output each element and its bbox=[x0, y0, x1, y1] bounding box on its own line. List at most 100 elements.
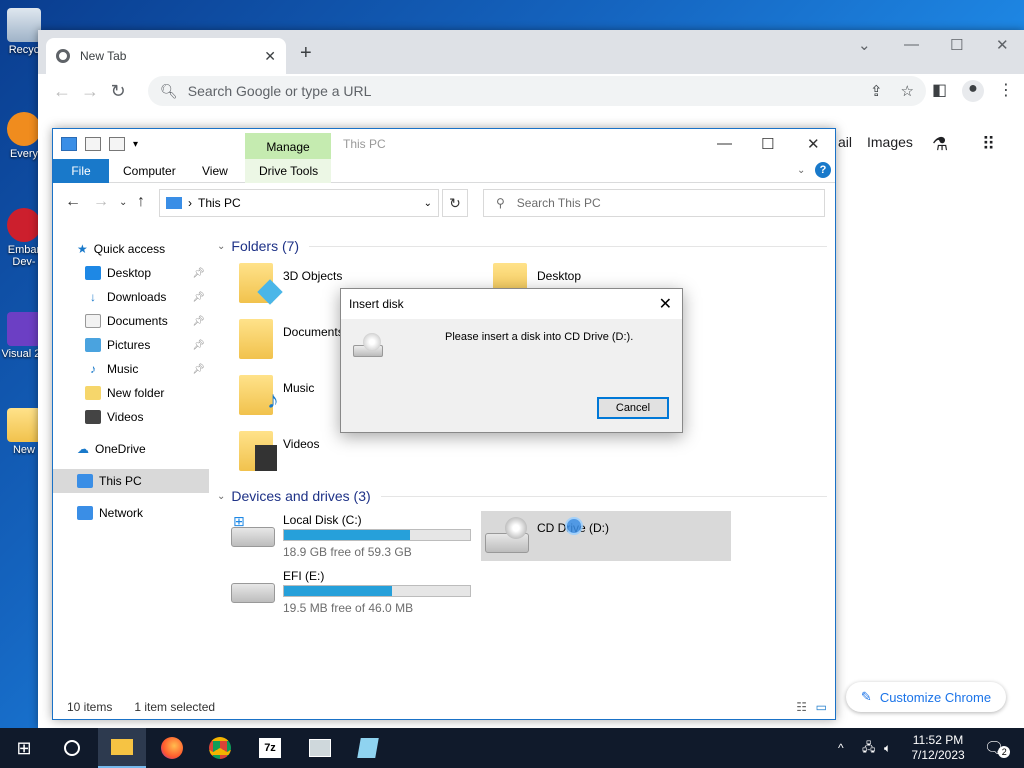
window-app-icon bbox=[309, 739, 331, 757]
ribbon-expand-icon[interactable]: ⌄ bbox=[797, 159, 805, 183]
music-icon: ♪ bbox=[90, 362, 96, 376]
tab-close-icon[interactable]: ✕ bbox=[264, 48, 276, 65]
drive-free-space: 19.5 MB free of 46.0 MB bbox=[283, 601, 414, 615]
drive-usage-fill bbox=[284, 530, 411, 540]
bookmark-star-icon[interactable]: ☆ bbox=[901, 82, 914, 100]
up-icon[interactable]: ↑ bbox=[137, 193, 145, 211]
close-icon[interactable]: ✕ bbox=[996, 36, 1009, 54]
address-dropdown-icon[interactable]: ⌄ bbox=[424, 198, 432, 209]
large-icons-view-icon[interactable]: ▭ bbox=[816, 700, 827, 714]
network-icon: 🖧︎ bbox=[862, 739, 876, 754]
folder-videos[interactable]: Videos bbox=[235, 431, 475, 481]
share-icon[interactable]: ⇪ bbox=[870, 82, 883, 100]
network-status-icon[interactable]: 🖧︎ bbox=[862, 728, 875, 768]
network-icon bbox=[77, 506, 93, 520]
cursor-busy-icon bbox=[565, 517, 583, 535]
maximize-icon[interactable]: ☐ bbox=[761, 135, 774, 153]
sidebar-item-label: Documents bbox=[107, 314, 168, 328]
taskbar-chrome[interactable] bbox=[196, 728, 244, 768]
tab-drive-tools[interactable]: Drive Tools bbox=[259, 159, 318, 183]
forward-icon[interactable]: → bbox=[76, 81, 104, 102]
tab-computer[interactable]: Computer bbox=[123, 159, 176, 183]
sidebar-item-documents[interactable]: Documents 📌︎ bbox=[53, 309, 209, 333]
start-button[interactable]: ⊞ bbox=[0, 728, 48, 768]
this-pc-icon bbox=[166, 197, 182, 209]
customize-chrome-button[interactable]: ✎ Customize Chrome bbox=[846, 682, 1006, 712]
qat-dropdown-icon[interactable]: ▾ bbox=[133, 139, 138, 150]
sidebar-item-this-pc[interactable]: This PC bbox=[53, 469, 209, 493]
tab-search-icon[interactable]: ⌄ bbox=[858, 36, 871, 54]
tab-manage[interactable]: Manage bbox=[245, 133, 331, 159]
refresh-button[interactable]: ↻ bbox=[442, 189, 468, 217]
action-center-button[interactable]: 🗨︎ 2 bbox=[984, 728, 1011, 768]
taskbar-notepad[interactable] bbox=[344, 728, 392, 768]
reload-icon[interactable]: ↻ bbox=[104, 81, 132, 102]
drive-cd-drive-d[interactable]: CD Drive (D:) bbox=[481, 511, 731, 561]
help-icon[interactable]: ? bbox=[815, 162, 831, 178]
tab-view[interactable]: View bbox=[202, 159, 228, 183]
taskbar-firefox[interactable] bbox=[148, 728, 196, 768]
taskbar-file-explorer[interactable] bbox=[98, 728, 146, 768]
gmail-link[interactable]: ail bbox=[838, 134, 852, 150]
taskbar-7zip[interactable]: 7z bbox=[246, 728, 294, 768]
sidebar-item-network[interactable]: Network bbox=[53, 501, 209, 525]
new-folder-icon[interactable] bbox=[109, 137, 125, 151]
show-hidden-icons[interactable]: ^ bbox=[838, 728, 844, 768]
apps-grid-icon[interactable]: ⠿ bbox=[982, 134, 995, 155]
cancel-button[interactable]: Cancel bbox=[597, 397, 669, 419]
profile-avatar[interactable]: ● bbox=[962, 80, 984, 102]
taskbar-app-window[interactable] bbox=[296, 728, 344, 768]
sidebar-item-downloads[interactable]: ↓ Downloads 📌︎ bbox=[53, 285, 209, 309]
volume-muted-icon[interactable]: 🔈︎ bbox=[884, 728, 891, 768]
address-bar[interactable]: › This PC ⌄ bbox=[159, 189, 439, 217]
omnibox[interactable]: 🔍︎ Search Google or type a URL ⇪ ☆ bbox=[148, 76, 926, 106]
drive-usage-fill bbox=[284, 586, 392, 596]
cd-drive-icon bbox=[353, 333, 383, 361]
sidebar-item-quick-access[interactable]: ★ Quick access bbox=[53, 237, 209, 261]
sidebar-item-new-folder[interactable]: New folder bbox=[53, 381, 209, 405]
minimize-icon[interactable]: — bbox=[717, 135, 732, 152]
taskbar: ⊞ 7z ^ 🖧︎ 🔈︎ 11:52 PM 7/12/2023 🗨︎ 2 bbox=[0, 728, 1024, 768]
sidebar-item-label: Pictures bbox=[107, 338, 151, 352]
clock[interactable]: 11:52 PM 7/12/2023 bbox=[911, 728, 964, 768]
details-view-icon[interactable]: ☷ bbox=[796, 700, 807, 714]
folders-group-header[interactable]: ⌄ Folders (7) bbox=[217, 235, 827, 257]
drive-efi-e[interactable]: EFI (E:) 19.5 MB free of 46.0 MB bbox=[227, 565, 477, 615]
firefox-icon bbox=[161, 737, 183, 759]
search-button[interactable] bbox=[48, 728, 96, 768]
7zip-icon: 7z bbox=[259, 738, 281, 758]
tab-file[interactable]: File bbox=[53, 159, 109, 183]
new-tab-button[interactable]: + bbox=[300, 42, 312, 65]
search-field[interactable]: ⚲ Search This PC bbox=[483, 189, 825, 217]
back-icon[interactable]: ← bbox=[48, 81, 76, 102]
sidebar-item-onedrive[interactable]: ☁ OneDrive bbox=[53, 437, 209, 461]
pin-icon: 📌︎ bbox=[192, 267, 205, 279]
maximize-icon[interactable]: ☐ bbox=[950, 36, 963, 54]
close-icon[interactable]: ✕ bbox=[807, 135, 820, 153]
sidebar-item-label: Desktop bbox=[107, 266, 152, 280]
forward-icon[interactable]: → bbox=[93, 193, 109, 211]
sidebar-item-desktop[interactable]: Desktop 📌︎ bbox=[53, 261, 209, 285]
folder-icon bbox=[7, 408, 41, 442]
labs-icon[interactable]: ⚗ bbox=[932, 134, 948, 155]
sidebar-item-videos[interactable]: Videos bbox=[53, 405, 209, 429]
recent-locations-icon[interactable]: ⌄ bbox=[119, 197, 127, 208]
sidebar-item-music[interactable]: ♪ Music 📌︎ bbox=[53, 357, 209, 381]
sidebar-item-pictures[interactable]: Pictures 📌︎ bbox=[53, 333, 209, 357]
side-panel-icon[interactable]: ◧ bbox=[932, 80, 947, 100]
minimize-icon[interactable]: — bbox=[904, 36, 919, 53]
cloud-icon: ☁ bbox=[77, 442, 89, 456]
properties-icon[interactable] bbox=[85, 137, 101, 151]
images-link[interactable]: Images bbox=[867, 134, 913, 150]
tab-title: New Tab bbox=[80, 49, 127, 63]
menu-icon[interactable]: ⋮ bbox=[998, 80, 1014, 100]
group-title: Devices and drives (3) bbox=[231, 488, 371, 504]
drive-local-disk-c[interactable]: ⊞ Local Disk (C:) 18.9 GB free of 59.3 G… bbox=[227, 509, 477, 559]
devices-group-header[interactable]: ⌄ Devices and drives (3) bbox=[217, 485, 827, 507]
quick-access-toolbar: ▾ bbox=[61, 137, 138, 151]
back-icon[interactable]: ← bbox=[65, 193, 81, 211]
speaker-icon: 🔈︎ bbox=[884, 740, 892, 755]
tab-new-tab[interactable]: New Tab ✕ bbox=[46, 38, 286, 74]
3d-objects-folder-icon bbox=[239, 263, 283, 305]
close-icon[interactable]: ✕ bbox=[659, 294, 672, 314]
